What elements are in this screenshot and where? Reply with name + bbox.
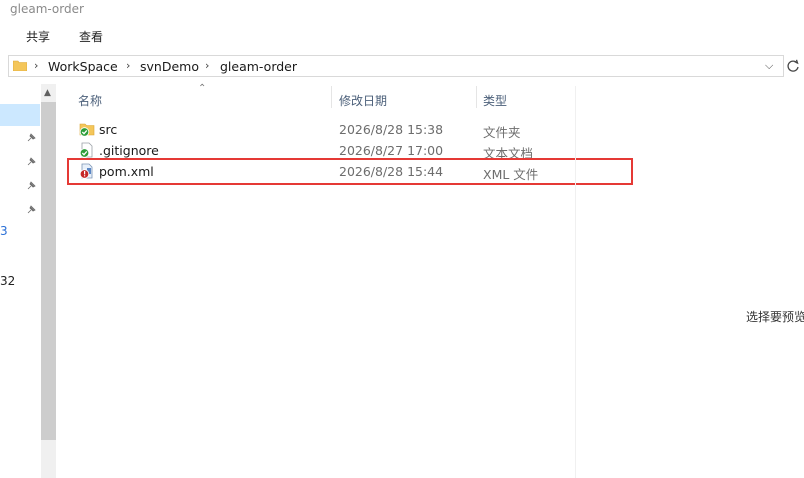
- file-name[interactable]: .gitignore: [99, 143, 159, 158]
- pin-icon[interactable]: [26, 132, 37, 143]
- preview-message: 选择要预览: [746, 310, 804, 324]
- column-divider[interactable]: [476, 86, 477, 108]
- column-divider[interactable]: [331, 86, 332, 108]
- breadcrumb-separator-icon: ›: [205, 59, 210, 72]
- tab-share[interactable]: 共享: [24, 28, 52, 45]
- address-bar[interactable]: › WorkSpace › svnDemo › gleam-order: [8, 55, 784, 77]
- pin-icon[interactable]: [26, 156, 37, 167]
- file-modified: 2026/8/28 15:38: [339, 122, 444, 137]
- refresh-icon[interactable]: [784, 56, 802, 76]
- folder-icon: [13, 60, 27, 71]
- pane-divider: [575, 86, 576, 478]
- folder-svn-ok-icon: [79, 123, 95, 137]
- breadcrumb-separator-icon: ›: [126, 59, 131, 72]
- file-modified: 2026/8/27 17:00: [339, 143, 444, 158]
- ribbon-tabs: 共享 查看: [0, 22, 804, 50]
- nav-scrollbar-thumb[interactable]: [41, 102, 56, 440]
- highlight-box: [67, 158, 633, 185]
- window-title: gleam-order: [10, 2, 84, 16]
- nav-item-fragment[interactable]: 32: [0, 274, 15, 288]
- nav-selected-item[interactable]: [0, 104, 40, 126]
- nav-item-fragment[interactable]: 3: [0, 224, 8, 238]
- file-name[interactable]: src: [99, 122, 117, 137]
- address-dropdown-icon[interactable]: ⌵: [765, 59, 773, 73]
- pin-icon[interactable]: [26, 180, 37, 191]
- pin-icon[interactable]: [26, 204, 37, 215]
- file-svn-ok-icon: [79, 142, 93, 158]
- column-header-modified[interactable]: 修改日期: [339, 92, 387, 109]
- sort-ascending-icon: ⌃: [198, 83, 207, 94]
- column-header-name[interactable]: 名称: [78, 92, 102, 109]
- title-bar: gleam-order: [0, 0, 804, 22]
- breadcrumb-separator-icon: ›: [34, 59, 39, 72]
- file-type: 文件夹: [483, 125, 521, 140]
- breadcrumb-gleam-order[interactable]: gleam-order: [220, 59, 297, 74]
- tab-view[interactable]: 查看: [77, 28, 105, 45]
- breadcrumb-svndemo[interactable]: svnDemo: [140, 59, 199, 74]
- column-header-type[interactable]: 类型: [483, 92, 507, 109]
- breadcrumb-workspace[interactable]: WorkSpace: [48, 59, 118, 74]
- scroll-up-arrow-icon[interactable]: ▲: [44, 88, 51, 98]
